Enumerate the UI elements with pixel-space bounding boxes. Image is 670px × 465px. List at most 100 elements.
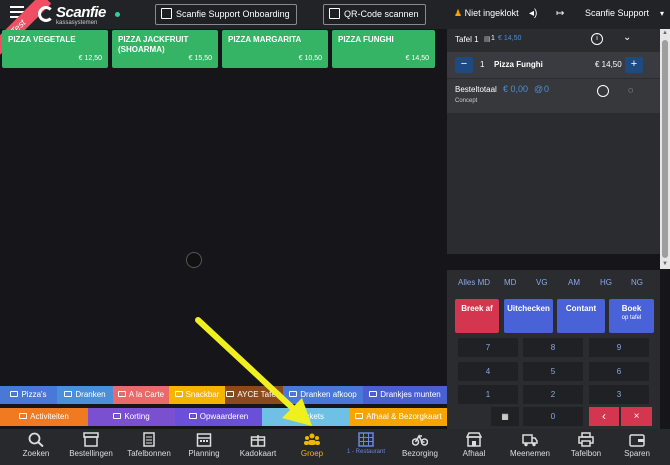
key-4[interactable]: 4 [458,362,518,381]
filter-hg[interactable]: HG [600,278,612,287]
category-icon [188,413,197,419]
gift-icon [250,435,266,447]
product-price: € 14,50 [405,55,429,62]
boek-sublabel: op tafel [621,315,642,321]
contant-button[interactable]: Contant [557,299,605,333]
filter-vg[interactable]: VG [536,278,548,287]
order-line[interactable]: − 1 Pizza Funghi € 14,50 + [447,52,660,78]
product-price: € 15,50 [188,55,212,62]
support-onboarding-button[interactable]: Scanfie Support Onboarding [155,4,297,25]
clear-button[interactable]: × [621,407,652,426]
bottom-navigation: Zoeken Bestellingen Tafelbonnen Planning… [0,429,670,465]
table-amount: € 14,50 [498,35,522,42]
nav-sparen[interactable]: Sparen [612,429,662,465]
category-icon [10,391,19,397]
key-5[interactable]: 5 [523,362,583,381]
volume-icon[interactable]: ◂) [529,8,537,19]
clock-status[interactable]: ♟ Niet ingeklokt [454,8,519,19]
receipt-icon [143,432,155,447]
nav-zoeken[interactable]: Zoeken [10,429,62,465]
increase-quantity-button[interactable]: + [625,57,643,73]
total-label: Besteltotaal [455,85,497,94]
qr-scan-button[interactable]: QR-Code scannen [323,4,426,25]
nav-groep[interactable]: Groep [286,429,338,465]
info-icon[interactable]: i [591,33,603,45]
total-amount: € 0,00 [503,84,529,94]
order-total: Besteltotaal € 0,00 @ 0 Concept ◌ [447,79,660,113]
category-ayce-tafels[interactable]: AYCE Tafels [225,386,283,404]
logo-name: Scanfie [56,4,106,21]
nav-bezorging[interactable]: Bezorging [394,429,446,465]
category-korting[interactable]: Korting [88,408,175,426]
breek-af-button[interactable]: Breek af [455,299,499,333]
comment-icon[interactable]: ◌ [628,85,633,95]
user-menu[interactable]: Scanfie Support [585,8,649,18]
key-9[interactable]: 9 [589,338,649,357]
filter-md[interactable]: MD [504,278,516,287]
category-drankjes-munten[interactable]: Drankjes munten [363,386,447,404]
line-price: € 14,50 [595,60,622,69]
category-afhaal-bezorgkaart[interactable]: Afhaal & Bezorgkaart [350,408,447,426]
category-icon [113,413,122,419]
uitchecken-button[interactable]: Uitchecken [504,299,553,333]
filter-ng[interactable]: NG [631,278,643,287]
category-dranken-afkoop[interactable]: Dranken afkoop [283,386,363,404]
scroll-down-icon[interactable]: ▼ [662,261,668,267]
nav-bestellingen[interactable]: Bestellingen [63,429,119,465]
product-price: € 10,50 [298,55,322,62]
category-snackbar[interactable]: Snackbar [169,386,225,404]
key-3[interactable]: 3 [589,385,649,404]
category-activiteiten[interactable]: Activiteiten [0,408,88,426]
product-tile[interactable]: PIZZA JACKFRUIT (SHOARMA) € 15,50 [112,30,218,68]
filter-am[interactable]: AM [568,278,580,287]
key-8[interactable]: 8 [523,338,583,357]
product-tile[interactable]: PIZZA FUNGHI € 14,50 [332,30,435,68]
key-2[interactable]: 2 [523,385,583,404]
nav-tafelbon[interactable]: Tafelbon [560,429,612,465]
nav-planning[interactable]: Planning [178,429,230,465]
store-icon [466,432,482,447]
scroll-up-icon[interactable]: ▲ [662,30,668,36]
group-icon [304,433,320,445]
category-opwaarderen[interactable]: Opwaarderen [175,408,262,426]
clock-icon[interactable] [597,85,609,97]
collapse-chevron-icon[interactable]: ⌄ [623,32,631,43]
nav-restaurant[interactable]: 1 - Restaurant [340,429,392,465]
loading-indicator [186,252,202,268]
chevron-down-icon[interactable]: ▾ [660,9,664,18]
truck-icon [522,434,538,447]
product-name: PIZZA MARGARITA [228,35,302,44]
category-dranken[interactable]: Dranken [57,386,113,404]
grid-icon [358,432,374,447]
order-status: Concept [455,98,478,104]
logout-icon[interactable]: ↦ [556,8,564,19]
qr-code-icon [329,8,340,19]
nav-afhaal[interactable]: Afhaal [448,429,500,465]
calendar-icon [196,433,212,447]
category-pizzas[interactable]: Pizza's [0,386,57,404]
logo-subtitle: kassasystemen [56,20,98,26]
key-6[interactable]: 6 [589,362,649,381]
connection-status-dot [115,12,120,17]
nav-meenemen[interactable]: Meenemen [502,429,558,465]
decrease-quantity-button[interactable]: − [455,57,473,73]
category-tickets[interactable]: Tickets [262,408,350,426]
filter-alles-md[interactable]: Alles MD [458,278,490,287]
logo-mark-icon [38,6,54,22]
key-1[interactable]: 1 [458,385,518,404]
nav-tafelbonnen[interactable]: Tafelbonnen [121,429,177,465]
key-7[interactable]: 7 [458,338,518,357]
category-a-la-carte[interactable]: A la Carte [113,386,169,404]
category-icon [226,391,235,397]
payment-keypad: Alles MD MD VG AM HG NG Breek af Uitchec… [447,270,660,430]
printer-icon [578,432,594,447]
calculator-icon[interactable]: ▦ [491,407,519,426]
nav-kadokaart[interactable]: Kadokaart [232,429,284,465]
product-tile[interactable]: PIZZA VEGETALE € 12,50 [2,30,108,68]
line-quantity: 1 [480,60,485,69]
key-0[interactable]: 0 [523,407,583,426]
backspace-button[interactable]: ‹ [589,407,619,426]
boek-op-tafel-button[interactable]: Boek op tafel [609,299,654,333]
product-tile[interactable]: PIZZA MARGARITA € 10,50 [222,30,328,68]
order-scrollbar-thumb[interactable] [662,40,668,258]
